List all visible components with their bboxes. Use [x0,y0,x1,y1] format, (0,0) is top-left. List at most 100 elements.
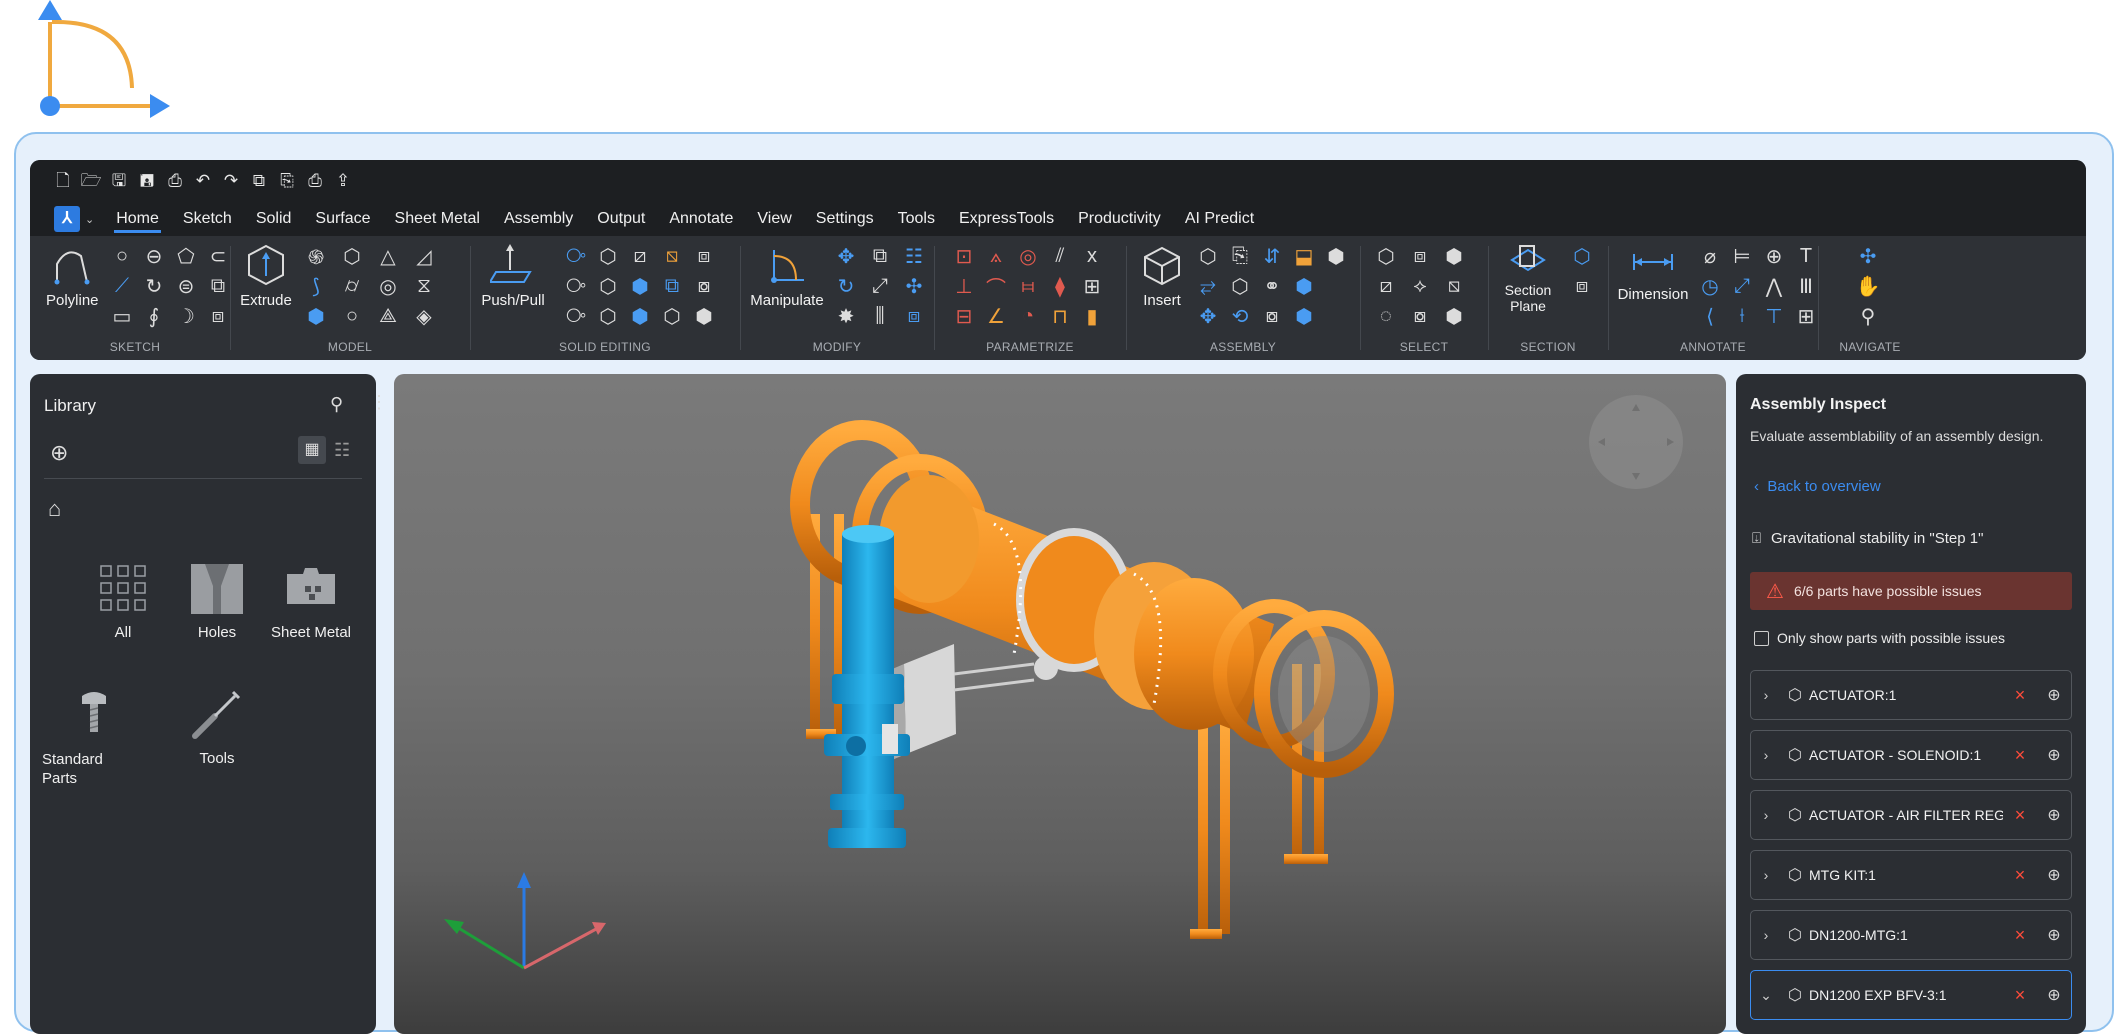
coincident-icon[interactable]: ⟑ [984,244,1008,268]
union-icon[interactable]: ⧂ [564,244,588,268]
tab-assembly[interactable]: Assembly [492,202,585,236]
part-row[interactable]: › ⬡ DN1200-MTG:1 × ⊕ [1750,910,2072,960]
tangent-icon[interactable]: ⌒ [984,274,1008,300]
rotate-icon[interactable]: ↻ [142,274,166,298]
arc-length-icon[interactable]: ⟨ [1698,304,1722,328]
chevron-right-icon[interactable]: › [1751,807,1781,823]
radius-icon[interactable]: ◔ [1016,304,1040,328]
print-icon[interactable]: ⎙ [164,170,186,192]
zoom-to-part-icon[interactable]: ⊕ [2037,925,2071,945]
select-boundary-icon[interactable]: ⧅ [1442,274,1466,298]
ordinate-icon[interactable]: ⟊ [1730,304,1754,328]
save-as-icon[interactable]: 🖪 [136,170,158,192]
search-icon[interactable]: ⚲ [330,394,343,415]
tab-expresstools[interactable]: ExpressTools [947,202,1066,236]
library-item-sheet-metal[interactable]: Sheet Metal [256,560,366,641]
angular-dimension-icon[interactable]: ⋀ [1762,274,1786,298]
section-icon[interactable]: ⬡ [1570,244,1594,268]
delete-face-icon[interactable]: ⬡ [660,304,684,328]
filter-checkbox-row[interactable]: Only show parts with possible issues [1754,630,2005,646]
check-solid-icon[interactable]: ⬢ [692,304,716,328]
thicken-icon[interactable]: ⬡ [596,304,620,328]
copy-objects-icon[interactable]: ⧉ [868,244,892,268]
intersect-icon[interactable]: ⧂ [564,304,588,328]
select-bodies-icon[interactable]: ⬢ [1442,304,1466,328]
zoom-to-part-icon[interactable]: ⊕ [2037,685,2071,705]
orbit-icon[interactable]: ✣ [1856,244,1880,268]
chevron-right-icon[interactable]: › [1751,747,1781,763]
save-icon[interactable]: 🖫 [108,170,130,192]
select-face-icon[interactable]: ⧈ [1408,244,1432,268]
pattern-icon[interactable]: ⧈ [902,304,926,328]
sweep-icon[interactable]: ⟆ [304,274,328,298]
model-viewport[interactable] [394,374,1726,1034]
select-edge-icon[interactable]: ⧄ [1374,274,1398,298]
diameter-icon[interactable]: ⌀ [1698,244,1722,268]
rectangle-icon[interactable]: ▭ [110,304,134,328]
imprint-icon[interactable]: ⧉ [660,274,684,298]
torus-icon[interactable]: ◎ [376,274,400,298]
zoom-to-part-icon[interactable]: ⊕ [2037,985,2071,1005]
equal-icon[interactable]: ⧦ [1016,274,1040,298]
flexible-icon[interactable]: ⇵ [1260,244,1284,268]
solid-edit-icon[interactable]: ⬡ [596,244,620,268]
select-chain-icon[interactable]: ⟡ [1408,274,1432,298]
tab-output[interactable]: Output [585,202,657,236]
offset-icon[interactable]: ⧉ [206,274,230,298]
lock-icon[interactable]: ⊓ [1048,304,1072,328]
line-icon[interactable]: ⟋ [110,274,134,298]
select-similar-icon[interactable]: ⬡ [1374,244,1398,268]
fillet-icon[interactable]: ⧅ [660,244,684,268]
part-row[interactable]: › ⬡ ACTUATOR:1 × ⊕ [1750,670,2072,720]
scale-icon[interactable]: ⤢ [868,274,892,298]
library-item-standard-parts[interactable]: Standard Parts [42,686,142,788]
assembly-icon[interactable]: ⬢ [1292,274,1316,298]
leader-icon[interactable]: ⤢ [1730,274,1754,298]
insert-button[interactable]: Insert [1134,242,1190,309]
cycle-icon[interactable]: ⟲ [1228,304,1252,328]
home-icon[interactable]: ⌂ [48,496,61,522]
mechanical-browser-icon[interactable]: ⥂ [1196,274,1220,298]
part-row[interactable]: › ⬡ ACTUATOR - AIR FILTER REG:1 × ⊕ [1750,790,2072,840]
move-face-icon[interactable]: ⬢ [628,304,652,328]
cone-icon[interactable]: △ [376,244,400,268]
mirror-icon[interactable]: ⫼ [868,304,892,328]
library-item-tools[interactable]: Tools [162,686,272,767]
parameters-table-icon[interactable]: ⊞ [1080,274,1104,298]
pan-icon[interactable]: ✋ [1856,274,1881,298]
chevron-right-icon[interactable]: › [1751,867,1781,883]
chevron-right-icon[interactable]: › [1751,927,1781,943]
open-icon[interactable]: 🗁 [80,170,102,192]
tab-tools[interactable]: Tools [886,202,947,236]
zoom-to-part-icon[interactable]: ⊕ [2037,805,2071,825]
table-icon[interactable]: ⊞ [1794,304,1818,328]
taper-icon[interactable]: ⬢ [628,274,652,298]
zoom-to-part-icon[interactable]: ⊕ [2037,745,2071,765]
explode-assembly-icon[interactable]: ✥ [1196,304,1220,328]
sphere-icon[interactable]: ○ [340,304,364,328]
grid-view-icon[interactable]: ▦ [298,436,326,464]
push-pull-button[interactable]: Push/Pull [480,242,546,309]
box-icon[interactable]: ⬡ [340,244,364,268]
radius-dimension-icon[interactable]: ◷ [1698,274,1722,298]
circle-center-icon[interactable]: ⊖ [142,244,166,268]
align-icon[interactable]: ✣ [902,274,926,298]
add-icon[interactable]: ⊕ [50,440,68,466]
select-loop-icon[interactable]: ◌ [1374,304,1398,328]
plot-icon[interactable]: ⎙ [304,170,326,192]
explode-icon[interactable]: ✸ [834,304,858,328]
tab-solid[interactable]: Solid [244,202,304,236]
center-mark-icon[interactable]: ⊕ [1762,244,1786,268]
slot-icon[interactable]: ⊜ [174,274,198,298]
tab-productivity[interactable]: Productivity [1066,202,1173,236]
redo-icon[interactable]: ↷ [220,170,242,192]
back-to-overview-link[interactable]: ‹ Back to overview [1754,478,1881,495]
undo-icon[interactable]: ↶ [192,170,214,192]
more-options-icon[interactable]: ⋮ [370,392,388,413]
slice-icon[interactable]: ⬡ [596,274,620,298]
part-row[interactable]: › ⬡ ACTUATOR - SOLENOID:1 × ⊕ [1750,730,2072,780]
select-filter-icon[interactable]: ⧇ [1408,304,1432,328]
component-file-icon[interactable]: ⎘ [1228,244,1252,268]
chevron-down-icon[interactable]: ⌄ [1751,987,1781,1004]
pyramid-icon[interactable]: ⟁ [376,304,400,328]
